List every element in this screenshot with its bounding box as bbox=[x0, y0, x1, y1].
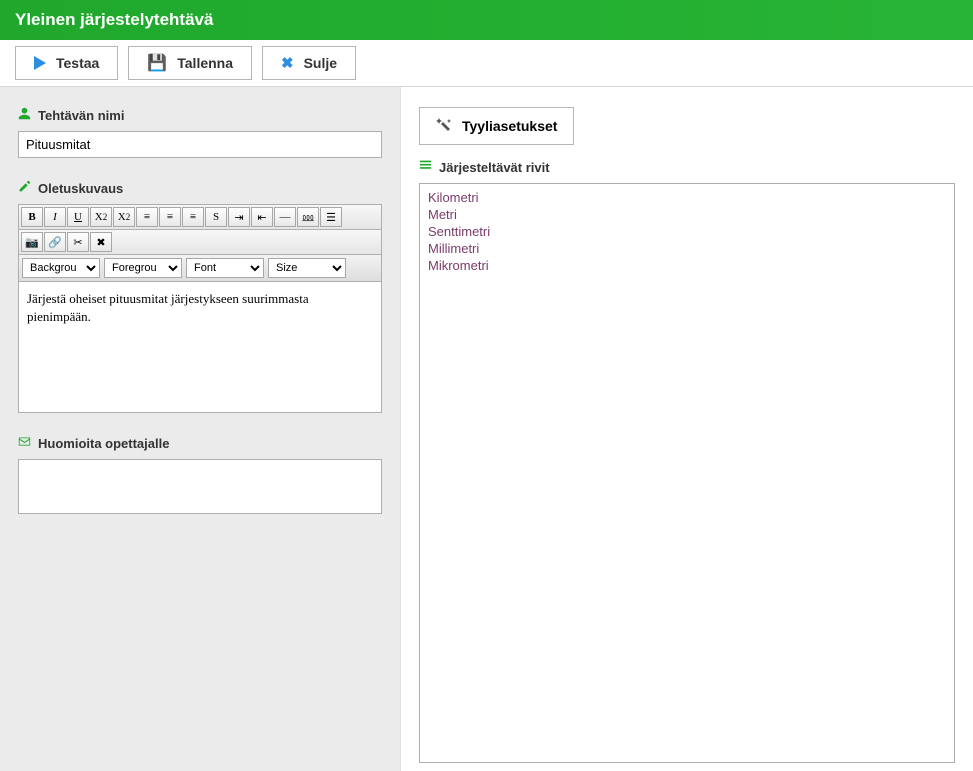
test-button[interactable]: Testaa bbox=[15, 46, 118, 80]
save-label: Tallenna bbox=[177, 55, 233, 71]
ul-button[interactable]: ☰ bbox=[320, 207, 342, 227]
desc-label-row: Oletuskuvaus bbox=[18, 180, 382, 196]
rows-label-row: Järjesteltävät rivit bbox=[419, 159, 955, 175]
hr-button[interactable]: — bbox=[274, 207, 296, 227]
italic-button[interactable]: I bbox=[44, 207, 66, 227]
superscript-button[interactable]: X2 bbox=[113, 207, 135, 227]
close-icon: ✖ bbox=[281, 54, 294, 72]
rows-label: Järjesteltävät rivit bbox=[439, 160, 550, 175]
ol-button[interactable]: ⅏ bbox=[297, 207, 319, 227]
name-block: Tehtävän nimi bbox=[18, 107, 382, 158]
subscript-button[interactable]: X2 bbox=[90, 207, 112, 227]
rte-content[interactable]: Järjestä oheiset pituusmitat järjestykse… bbox=[19, 282, 381, 412]
notes-block: Huomioita opettajalle bbox=[18, 435, 382, 514]
link-button[interactable]: 🔗 bbox=[44, 232, 66, 252]
notes-label: Huomioita opettajalle bbox=[38, 436, 169, 451]
list-item: Metri bbox=[428, 207, 946, 224]
fg-color-select[interactable]: Foregrou bbox=[104, 258, 182, 278]
style-settings-button[interactable]: Tyyliasetukset bbox=[419, 107, 574, 145]
app-header: Yleinen järjestelytehtävä bbox=[0, 0, 973, 40]
list-item: Kilometri bbox=[428, 190, 946, 207]
close-button[interactable]: ✖ Sulje bbox=[262, 46, 356, 80]
teacher-notes-input[interactable] bbox=[18, 459, 382, 514]
rte-toolbar-row2: 📷 🔗 ✂ ✖ bbox=[19, 230, 381, 255]
test-label: Testaa bbox=[56, 55, 99, 71]
description-block: Oletuskuvaus B I U X2 X2 ≡ ≡ ≡ S ⇥ ⇤ — ⅏ bbox=[18, 180, 382, 413]
save-button[interactable]: 💾 Tallenna bbox=[128, 46, 252, 80]
mail-icon bbox=[18, 435, 31, 451]
underline-button[interactable]: U bbox=[67, 207, 89, 227]
task-name-input[interactable] bbox=[18, 131, 382, 158]
image-button[interactable]: 📷 bbox=[21, 232, 43, 252]
play-icon bbox=[34, 56, 46, 70]
wand-icon bbox=[436, 116, 452, 136]
main-toolbar: Testaa 💾 Tallenna ✖ Sulje bbox=[0, 40, 973, 87]
rte-toolbar-row1: B I U X2 X2 ≡ ≡ ≡ S ⇥ ⇤ — ⅏ ☰ bbox=[19, 205, 381, 230]
align-center-button[interactable]: ≡ bbox=[159, 207, 181, 227]
list-icon bbox=[419, 159, 432, 175]
left-panel: Tehtävän nimi Oletuskuvaus B I U X2 X2 ≡ bbox=[0, 87, 400, 771]
unlink-button[interactable]: ✂ bbox=[67, 232, 89, 252]
save-icon: 💾 bbox=[147, 53, 167, 73]
style-settings-label: Tyyliasetukset bbox=[462, 118, 557, 134]
bold-button[interactable]: B bbox=[21, 207, 43, 227]
align-left-button[interactable]: ≡ bbox=[136, 207, 158, 227]
name-label: Tehtävän nimi bbox=[38, 108, 124, 123]
size-select[interactable]: Size bbox=[268, 258, 346, 278]
bg-color-select[interactable]: Backgrou bbox=[22, 258, 100, 278]
close-label: Sulje bbox=[304, 55, 337, 71]
sortable-rows-input[interactable]: Kilometri Metri Senttimetri Millimetri M… bbox=[419, 183, 955, 763]
rich-text-editor: B I U X2 X2 ≡ ≡ ≡ S ⇥ ⇤ — ⅏ ☰ 📷 bbox=[18, 204, 382, 413]
indent-button[interactable]: ⇥ bbox=[228, 207, 250, 227]
right-panel: Tyyliasetukset Järjesteltävät rivit Kilo… bbox=[400, 87, 973, 771]
outdent-button[interactable]: ⇤ bbox=[251, 207, 273, 227]
name-label-row: Tehtävän nimi bbox=[18, 107, 382, 123]
clear-format-button[interactable]: ✖ bbox=[90, 232, 112, 252]
edit-icon bbox=[18, 180, 31, 196]
list-item: Mikrometri bbox=[428, 258, 946, 275]
font-select[interactable]: Font bbox=[186, 258, 264, 278]
header-title: Yleinen järjestelytehtävä bbox=[15, 10, 213, 29]
content-area: Tehtävän nimi Oletuskuvaus B I U X2 X2 ≡ bbox=[0, 87, 973, 771]
user-icon bbox=[18, 107, 31, 123]
rte-toolbar-row3: Backgrou Foregrou Font Size bbox=[19, 255, 381, 282]
align-right-button[interactable]: ≡ bbox=[182, 207, 204, 227]
desc-label: Oletuskuvaus bbox=[38, 181, 123, 196]
list-item: Senttimetri bbox=[428, 224, 946, 241]
notes-label-row: Huomioita opettajalle bbox=[18, 435, 382, 451]
strike-button[interactable]: S bbox=[205, 207, 227, 227]
list-item: Millimetri bbox=[428, 241, 946, 258]
